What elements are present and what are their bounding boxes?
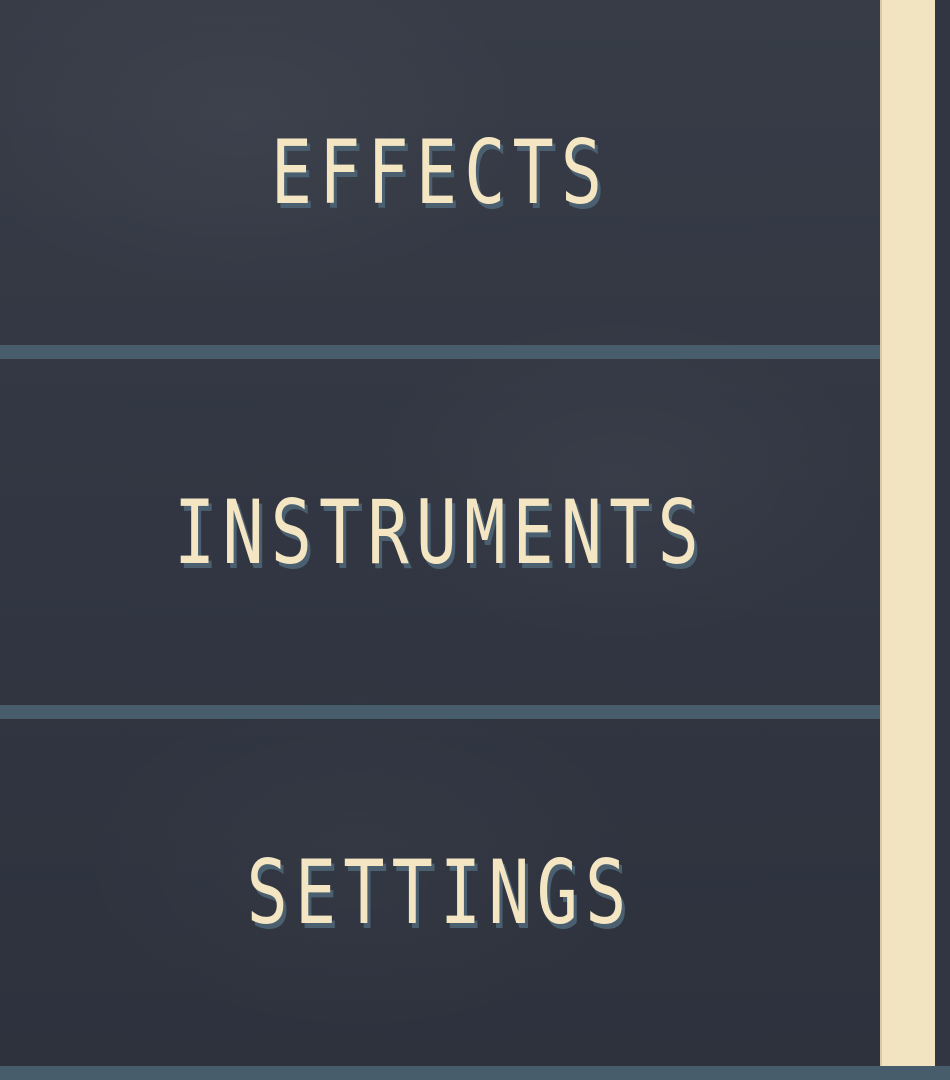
menu-screen: EFFECTS INSTRUMENTS SETTINGS bbox=[0, 0, 950, 1080]
menu-item-label: SETTINGS bbox=[246, 841, 634, 944]
scrollbar-track[interactable] bbox=[880, 0, 950, 1066]
menu-item-settings[interactable]: SETTINGS bbox=[0, 719, 880, 1066]
menu-item-label: INSTRUMENTS bbox=[174, 480, 706, 584]
menu-item-effects[interactable]: EFFECTS bbox=[0, 0, 880, 345]
menu-divider bbox=[0, 345, 880, 359]
bottom-divider bbox=[0, 1066, 950, 1080]
menu-divider bbox=[0, 705, 880, 719]
scrollbar-thumb[interactable] bbox=[880, 0, 935, 1066]
menu-item-label: EFFECTS bbox=[270, 121, 610, 224]
menu-item-instruments[interactable]: INSTRUMENTS bbox=[0, 359, 880, 705]
main-menu: EFFECTS INSTRUMENTS SETTINGS bbox=[0, 0, 880, 1066]
